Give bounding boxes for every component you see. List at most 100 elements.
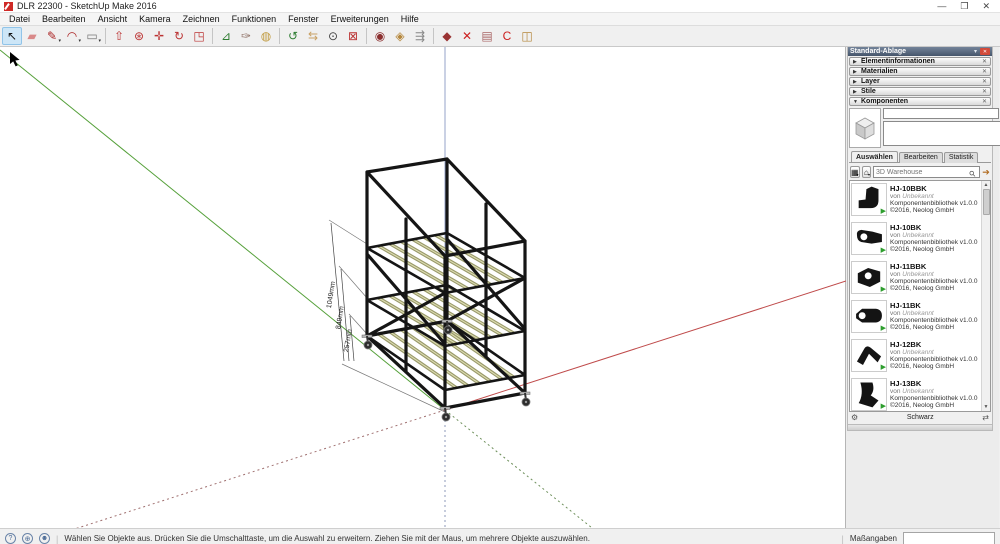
scroll-up-icon[interactable]: ▲ (984, 181, 989, 189)
section-close-icon[interactable]: ✕ (982, 68, 987, 75)
component-preview[interactable] (849, 108, 881, 148)
components-footer: ⚙ Schwarz ⇄ (849, 412, 991, 423)
scrollbar-thumb[interactable] (983, 189, 990, 215)
geolocation-icon[interactable]: ? (5, 533, 16, 544)
tray-section-stile[interactable]: ▶Stile✕ (849, 87, 991, 96)
section-close-icon[interactable]: ✕ (982, 78, 987, 85)
search-icon[interactable]: ⚲ (967, 165, 980, 178)
credit-icon[interactable]: ⊕ (22, 533, 33, 544)
component-meta: HJ-11BKvon UnbekanntKomponentenbibliothe… (890, 300, 980, 335)
cube-icon (850, 113, 880, 143)
pan-tool[interactable]: ⇆ (303, 27, 323, 45)
tray-close-button[interactable]: ✕ (980, 48, 990, 55)
chevron-right-icon: ▶ (853, 69, 858, 75)
move-tool[interactable]: ✛ (149, 27, 169, 45)
tab-statistik[interactable]: Statistik (944, 152, 979, 163)
user-icon[interactable]: ☻ (39, 533, 50, 544)
select-tool[interactable]: ↖ (2, 27, 22, 45)
component-thumbnail[interactable]: ▶ (851, 261, 887, 294)
component-name-field[interactable] (883, 108, 999, 119)
shapes-tool[interactable]: ▭▾ (82, 27, 102, 45)
paint-bucket-tool[interactable]: ◍ (256, 27, 276, 45)
component-thumbnail[interactable]: ▶ (851, 339, 887, 372)
offset-tool[interactable]: ⊛ (129, 27, 149, 45)
section-close-icon[interactable]: ✕ (982, 98, 987, 105)
component-thumbnail[interactable]: ▶ (851, 183, 887, 216)
component-description-field[interactable] (883, 121, 1000, 146)
tray-section-elementinformationen[interactable]: ▶Elementinformationen✕ (849, 57, 991, 66)
window-title: DLR 22300 - SketchUp Make 2016 (17, 1, 157, 11)
tab-bearbeiten[interactable]: Bearbeiten (899, 152, 943, 163)
position-camera-tool[interactable]: ◉ (370, 27, 390, 45)
warehouse-search-input[interactable] (874, 169, 969, 176)
tray-resize-handle[interactable] (848, 424, 992, 430)
tab-auswählen[interactable]: Auswählen (851, 151, 898, 162)
home-button[interactable]: ⌂▾ (862, 166, 871, 178)
menu-funktionen[interactable]: Funktionen (226, 13, 283, 25)
forward-arrow-button[interactable]: ➔ (982, 166, 990, 178)
rotate-tool[interactable]: ↻ (169, 27, 189, 45)
menu-zeichnen[interactable]: Zeichnen (177, 13, 226, 25)
menu-bearbeiten[interactable]: Bearbeiten (36, 13, 92, 25)
maximize-button[interactable]: ❒ (960, 1, 968, 12)
menu-datei[interactable]: Datei (3, 13, 36, 25)
footer-swap-icon[interactable]: ⇄ (982, 413, 989, 422)
menu-fenster[interactable]: Fenster (282, 13, 325, 25)
scenes-tool[interactable]: ▤ (477, 27, 497, 45)
component-meta: HJ-11BBKvon UnbekanntKomponentenbiblioth… (890, 261, 980, 296)
section-close-icon[interactable]: ✕ (982, 88, 987, 95)
toolbar-separator (279, 28, 280, 44)
measurements-input[interactable] (903, 532, 995, 544)
rack-model[interactable] (362, 159, 530, 421)
component-thumbnail[interactable]: ▶ (851, 378, 887, 411)
menu-hilfe[interactable]: Hilfe (395, 13, 425, 25)
zoom-extents-tool[interactable]: ⊠ (343, 27, 363, 45)
scroll-down-icon[interactable]: ▼ (984, 403, 989, 411)
chevron-right-icon: ▶ (853, 59, 858, 65)
tape-measure-tool[interactable]: ⊿ (216, 27, 236, 45)
dimension-tool[interactable]: ✑ (236, 27, 256, 45)
component-author: von Unbekannt (890, 310, 980, 317)
walk-tool[interactable]: ⇶ (410, 27, 430, 45)
look-around-tool[interactable]: ◈ (390, 27, 410, 45)
delete-tool[interactable]: ✕ (457, 27, 477, 45)
menu-ansicht[interactable]: Ansicht (92, 13, 134, 25)
minimize-button[interactable]: — (937, 1, 946, 12)
component-item-hj-11bbk[interactable]: ▶HJ-11BBKvon UnbekanntKomponentenbibliot… (850, 259, 981, 298)
close-button[interactable]: ✕ (982, 1, 990, 12)
tray-section-komponenten[interactable]: ▼Komponenten✕ (849, 97, 991, 106)
component-thumbnail[interactable]: ▶ (851, 300, 887, 333)
component-library: Komponentenbibliothek v1.0.0 (890, 317, 980, 324)
component-item-hj-11bk[interactable]: ▶HJ-11BKvon UnbekanntKomponentenbiblioth… (850, 298, 981, 337)
pushpull-tool[interactable]: ⇧ (109, 27, 129, 45)
component-item-hj-10bbk[interactable]: ▶HJ-10BBKvon UnbekanntKomponentenbibliot… (850, 181, 981, 220)
tray-pin-icon[interactable]: ▾ (974, 48, 977, 55)
list-scrollbar[interactable]: ▲ ▼ (981, 181, 990, 411)
footer-gear-icon[interactable]: ⚙ (851, 413, 858, 422)
eraser-tool[interactable]: ▰ (22, 27, 42, 45)
component-item-hj-12bk[interactable]: ▶HJ-12BKvon UnbekanntKomponentenbiblioth… (850, 337, 981, 376)
tray-section-layer[interactable]: ▶Layer✕ (849, 77, 991, 86)
section-close-icon[interactable]: ✕ (982, 58, 987, 65)
orbit-tool[interactable]: ↺ (283, 27, 303, 45)
menu-erweiterungen[interactable]: Erweiterungen (325, 13, 395, 25)
tray-section-materialien[interactable]: ▶Materialien✕ (849, 67, 991, 76)
components-list: ▶HJ-10BBKvon UnbekanntKomponentenbibliot… (849, 180, 991, 412)
component-meta: HJ-10BKvon UnbekanntKomponentenbibliothe… (890, 222, 980, 257)
component-item-hj-13bk[interactable]: ▶HJ-13BKvon UnbekanntKomponentenbiblioth… (850, 376, 981, 412)
component-item-hj-10bk[interactable]: ▶HJ-10BKvon UnbekanntKomponentenbiblioth… (850, 220, 981, 259)
menu-kamera[interactable]: Kamera (133, 13, 177, 25)
zoom-tool[interactable]: ⊙ (323, 27, 343, 45)
component-tool[interactable]: ◫ (517, 27, 537, 45)
arc-tool[interactable]: ◠▾ (62, 27, 82, 45)
section-plane-tool[interactable]: ◆ (437, 27, 457, 45)
component-author: von Unbekannt (890, 232, 980, 239)
refresh-tool[interactable]: C (497, 27, 517, 45)
model-viewport[interactable]: 1049mm 849mm 257mm (0, 47, 846, 528)
tray-header[interactable]: Standard-Ablage ▾ ✕ (848, 47, 992, 56)
line-tool[interactable]: ✎▾ (42, 27, 62, 45)
scale-tool[interactable]: ◳ (189, 27, 209, 45)
component-thumbnail[interactable]: ▶ (851, 222, 887, 255)
view-options-button[interactable]: ▦▾ (850, 166, 860, 178)
component-name: HJ-11BK (890, 301, 980, 310)
